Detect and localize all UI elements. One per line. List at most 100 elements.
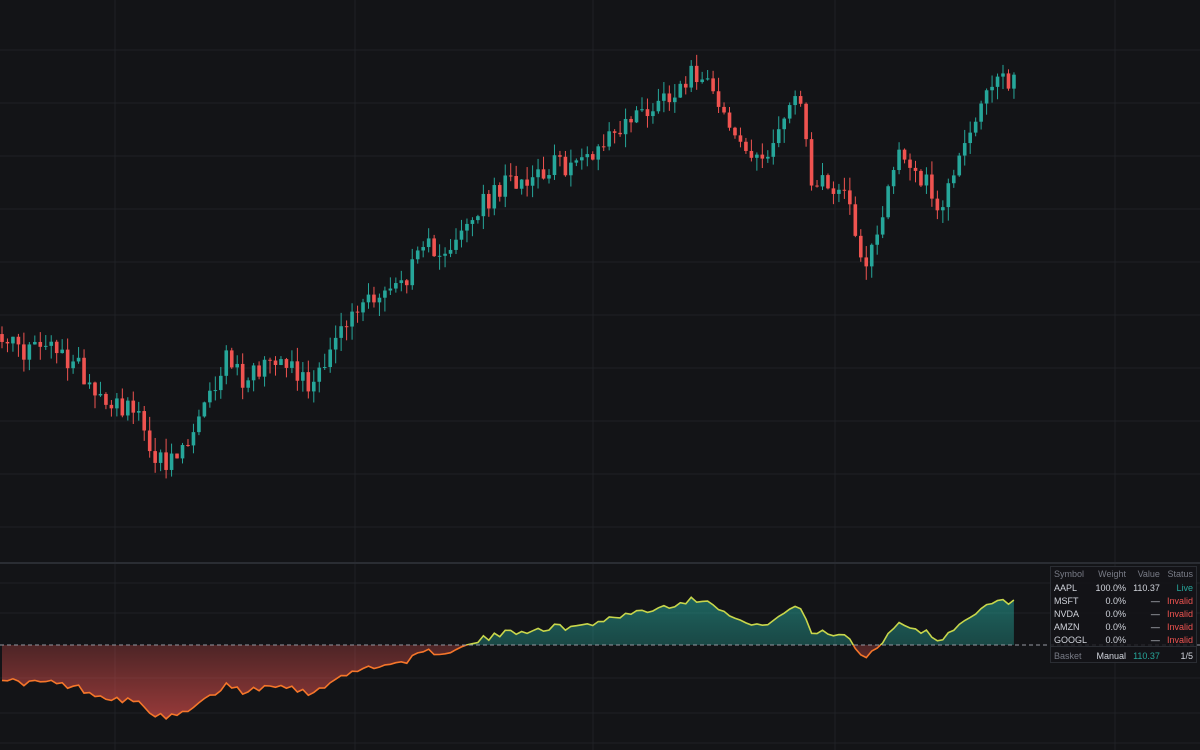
candle-body — [678, 83, 683, 98]
candle-body — [219, 375, 223, 391]
candle-body — [240, 363, 245, 388]
candle-body — [815, 185, 819, 187]
candle-body — [984, 90, 989, 104]
row-value: — — [1150, 621, 1160, 632]
candle-body — [1001, 73, 1005, 77]
candle-body — [951, 175, 956, 184]
candle-body — [530, 177, 535, 186]
candle-body — [443, 253, 447, 256]
candle-body — [322, 367, 327, 369]
candle-body — [634, 110, 639, 123]
oscillator-pane — [0, 596, 1200, 720]
candle-body — [968, 132, 972, 144]
candle-body — [169, 453, 174, 470]
oscillator-area-negative — [2, 645, 1014, 719]
candle-body — [158, 452, 163, 463]
candle-body — [448, 249, 453, 254]
candle-body — [481, 193, 486, 217]
candle-body — [514, 175, 518, 189]
candle-body — [782, 118, 787, 130]
candle-body — [273, 360, 278, 366]
header-value: Value — [1137, 569, 1160, 579]
candle-body — [848, 190, 852, 205]
candle-body — [49, 341, 54, 346]
candle-body — [339, 326, 343, 338]
candle-body — [962, 143, 967, 156]
candle-body — [574, 160, 579, 163]
header-status: Status — [1167, 569, 1193, 579]
candle-body — [744, 141, 748, 151]
table-footer-row: Basket Manual 110.37 1/5 — [1051, 646, 1196, 662]
candle-body — [541, 169, 546, 179]
candle-body — [93, 382, 97, 396]
candle-body — [459, 230, 464, 240]
candle-body — [640, 109, 644, 111]
candle-body — [65, 349, 70, 369]
candle-body — [366, 294, 371, 303]
row-symbol: AMZN — [1054, 621, 1080, 632]
candle-body — [738, 135, 743, 142]
candle-body — [497, 185, 502, 197]
candle-body — [33, 341, 37, 345]
candle-body — [897, 149, 901, 171]
candle-body — [869, 244, 874, 267]
candle-body — [864, 257, 869, 267]
row-value: 110.37 — [1133, 582, 1160, 593]
candle-body — [22, 344, 26, 360]
candle-body — [842, 189, 847, 191]
candle-body — [333, 337, 338, 350]
candle-body — [651, 111, 655, 117]
table-header-row: Symbol Weight Value Status — [1051, 567, 1196, 581]
candle-body — [426, 238, 431, 248]
candle-body — [1012, 74, 1016, 89]
candle-body — [683, 83, 688, 88]
candle-body — [87, 382, 92, 385]
row-weight: 0.0% — [1105, 634, 1126, 645]
candle-body — [235, 363, 240, 368]
candle-body — [437, 255, 442, 257]
row-symbol: GOOGL — [1054, 634, 1088, 645]
candle-body — [153, 451, 157, 463]
candle-body — [388, 288, 393, 291]
row-value: — — [1150, 595, 1160, 606]
candle-body — [946, 183, 951, 208]
candle-body — [831, 188, 836, 194]
row-symbol: MSFT — [1054, 595, 1079, 606]
candle-body — [470, 220, 475, 224]
candle-body — [43, 345, 48, 347]
candle-body — [54, 341, 59, 354]
candle-body — [164, 452, 168, 470]
table-row: MSFT 0.0% — Invalid — [1051, 594, 1196, 607]
candle-body — [487, 193, 491, 209]
candle-body — [224, 350, 229, 376]
candle-body — [147, 430, 152, 452]
candle-body — [880, 217, 885, 235]
candle-body — [875, 234, 879, 245]
candle-body — [766, 156, 770, 159]
candle-body — [601, 146, 606, 148]
candle-body — [126, 400, 130, 416]
candle-body — [798, 96, 803, 104]
candle-body — [175, 453, 179, 459]
candle-body — [109, 404, 114, 409]
candle-body — [120, 398, 125, 416]
candle-body — [404, 280, 409, 286]
candle-body — [711, 78, 715, 92]
candle-body — [415, 250, 420, 260]
candle-body — [508, 175, 513, 177]
price-chart[interactable] — [0, 0, 1200, 750]
header-symbol: Symbol — [1054, 569, 1085, 579]
candle-body — [503, 175, 508, 197]
candle-body — [755, 154, 759, 158]
candle-body — [820, 175, 825, 187]
footer-label: Basket — [1051, 646, 1092, 662]
candle-body — [383, 290, 387, 298]
candle-body — [197, 416, 201, 433]
candle-body — [941, 207, 945, 211]
candle-body — [361, 302, 365, 313]
candle-body — [913, 167, 918, 171]
candle-body — [853, 204, 858, 236]
candle-body — [76, 357, 81, 362]
footer-mode: Manual — [1091, 646, 1129, 662]
candle-body — [826, 175, 830, 189]
